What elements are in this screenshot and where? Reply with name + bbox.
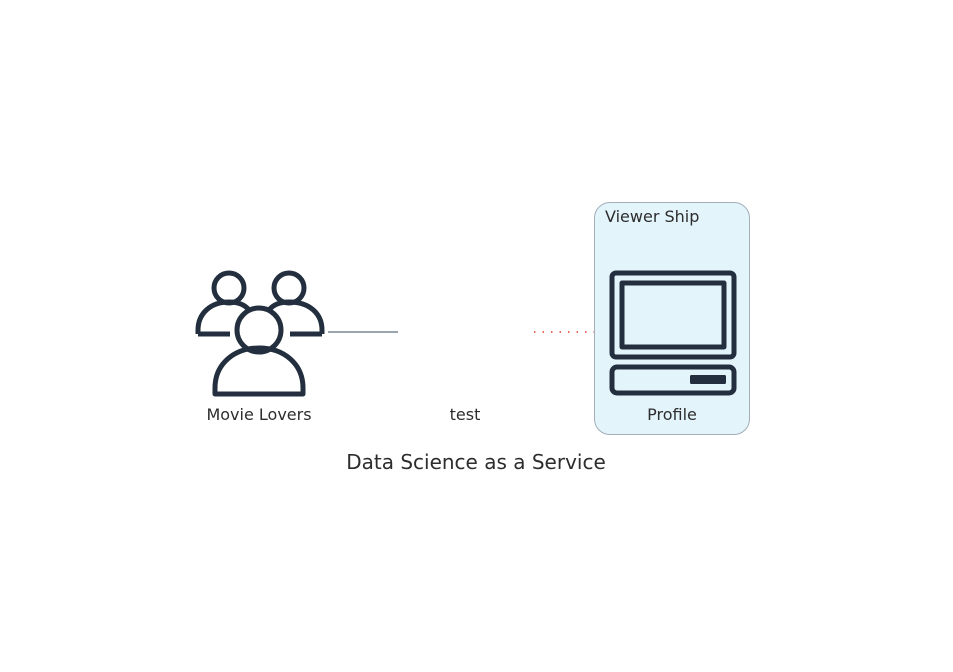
node-label-test: test bbox=[449, 405, 481, 424]
computer-icon bbox=[609, 270, 737, 396]
cluster-label: Viewer Ship bbox=[605, 207, 700, 226]
node-label-movie-lovers: Movie Lovers bbox=[206, 405, 312, 424]
edges-layer bbox=[328, 331, 602, 333]
diagram-title: Data Science as a Service bbox=[346, 450, 606, 474]
diagram-canvas: Viewer Ship Movie Lovers test Profile Da… bbox=[0, 0, 953, 672]
users-icon bbox=[195, 270, 325, 397]
node-label-profile: Profile bbox=[647, 405, 697, 424]
